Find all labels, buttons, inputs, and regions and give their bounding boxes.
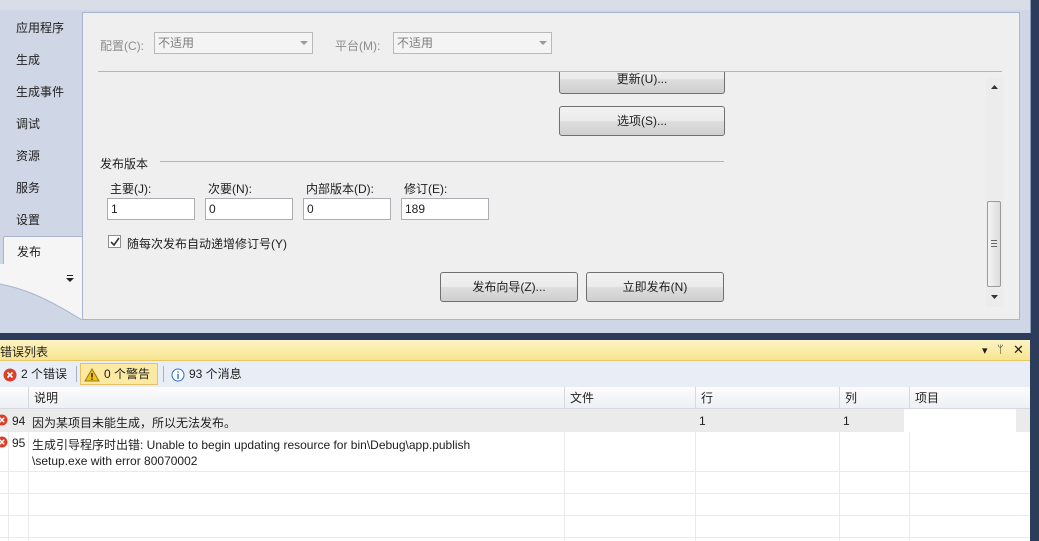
warning-icon <box>84 367 100 382</box>
messages-count: 93 个消息 <box>189 367 242 381</box>
major-input[interactable]: 1 <box>107 198 195 220</box>
error-list-title: 错误列表 <box>0 345 49 359</box>
platform-value: 不适用 <box>397 36 434 50</box>
publish-now-button[interactable]: 立即发布(N) <box>586 272 724 302</box>
revision-input[interactable]: 189 <box>401 198 489 220</box>
warnings-filter-button[interactable]: 0 个警告 <box>80 363 158 385</box>
window-menu-icon[interactable]: ▾ <box>982 344 988 357</box>
error-icon <box>0 414 8 426</box>
error-icon <box>3 368 17 382</box>
version-divider <box>160 161 724 162</box>
row-line: 1 <box>699 414 706 428</box>
table-row <box>0 494 1030 516</box>
minor-input[interactable]: 0 <box>205 198 293 220</box>
tab-settings[interactable]: 设置 <box>6 205 82 235</box>
pin-icon[interactable]: ᛘ <box>997 344 1004 356</box>
error-list-title-bar: 错误列表 ▾ ᛘ ✕ <box>0 340 1030 361</box>
scroll-up-icon[interactable] <box>990 83 999 92</box>
column-header-line[interactable]: 行 <box>695 387 839 409</box>
checkmark-icon <box>110 237 120 247</box>
auto-increment-checkbox[interactable] <box>108 235 121 248</box>
dropdown-arrow-icon <box>66 275 74 282</box>
options-button[interactable]: 选项(S)... <box>559 106 725 136</box>
error-list-toolbar: 2 个错误 0 个警告 93 个消息 <box>0 361 1030 387</box>
tab-services[interactable]: 服务 <box>6 173 82 203</box>
update-button-clip: 更新(U)... <box>559 72 725 96</box>
revision-label: 修订(E): <box>404 182 448 196</box>
row-column: 1 <box>843 414 850 428</box>
row-number: 94 <box>12 414 26 428</box>
scroll-down-icon[interactable] <box>990 292 999 301</box>
column-header-file[interactable]: 文件 <box>564 387 695 409</box>
window-right-edge <box>1031 0 1039 541</box>
tab-build[interactable]: 生成 <box>6 45 82 75</box>
table-row[interactable]: 94 因为某项目未能生成，所以无法发布。 1 1 <box>0 409 1030 432</box>
publish-version-heading: 发布版本 <box>100 157 149 171</box>
build-label: 内部版本(D): <box>306 182 374 196</box>
tab-build-events[interactable]: 生成事件 <box>6 77 82 107</box>
column-header-description[interactable]: 说明 <box>28 387 564 409</box>
minor-label: 次要(N): <box>208 182 252 196</box>
error-list-grid: 说明 文件 行 列 项目 94 因为某项目未能生成，所以无法发布。 1 1 95… <box>0 387 1030 541</box>
config-value: 不适用 <box>158 36 195 50</box>
close-icon[interactable]: ✕ <box>1013 342 1024 358</box>
scrollbar-thumb[interactable] <box>987 201 1001 287</box>
info-icon <box>171 368 185 382</box>
major-label: 主要(J): <box>110 182 152 196</box>
column-header-icon[interactable] <box>0 387 28 409</box>
config-combo[interactable]: 不适用 <box>154 32 313 54</box>
publish-wizard-button[interactable]: 发布向导(Z)... <box>440 272 578 302</box>
vertical-scrollbar[interactable] <box>986 78 1003 307</box>
tab-overflow-dropdown[interactable] <box>62 272 78 286</box>
row-number: 95 <box>12 436 26 450</box>
platform-label: 平台(M): <box>335 39 381 53</box>
document-top-strip <box>0 0 1030 10</box>
chevron-down-icon <box>300 41 308 45</box>
errors-filter-button[interactable]: 2 个错误 <box>0 363 70 385</box>
header-divider <box>98 71 1002 72</box>
tab-application[interactable]: 应用程序 <box>6 13 82 43</box>
update-button[interactable]: 更新(U)... <box>559 72 725 94</box>
platform-combo[interactable]: 不适用 <box>393 32 552 54</box>
tab-debug[interactable]: 调试 <box>6 109 82 139</box>
table-row <box>0 516 1030 538</box>
row-description: 生成引导程序时出错: Unable to begin updating reso… <box>32 438 471 452</box>
toolbar-separator <box>163 366 164 382</box>
messages-filter-button[interactable]: 93 个消息 <box>168 363 245 385</box>
column-header-column[interactable]: 列 <box>839 387 909 409</box>
chevron-down-icon <box>539 41 547 45</box>
table-row[interactable]: 95 生成引导程序时出错: Unable to begin updating r… <box>0 432 1030 472</box>
row-description: 因为某项目未能生成，所以无法发布。 <box>32 416 237 430</box>
project-cell-blank <box>904 409 1016 432</box>
build-input[interactable]: 0 <box>303 198 391 220</box>
column-header-project[interactable]: 项目 <box>909 387 1030 409</box>
error-icon <box>0 436 8 448</box>
table-row <box>0 472 1030 494</box>
tab-resources[interactable]: 资源 <box>6 141 82 171</box>
errors-count: 2 个错误 <box>21 367 68 381</box>
tab-publish[interactable]: 发布 <box>3 236 83 266</box>
publish-page: 配置(C): 不适用 平台(M): 不适用 更新(U)... 选项(S)... … <box>82 12 1020 320</box>
config-label: 配置(C): <box>100 39 144 53</box>
auto-increment-label: 随每次发布自动递增修订号(Y) <box>127 237 287 251</box>
warnings-count: 0 个警告 <box>104 367 151 381</box>
toolbar-separator <box>76 366 77 382</box>
project-properties-document: 应用程序 生成 生成事件 调试 资源 服务 设置 发布 配置(C): 不适用 平… <box>0 0 1031 333</box>
row-description-continued: \setup.exe with error 80070002 <box>32 454 198 468</box>
